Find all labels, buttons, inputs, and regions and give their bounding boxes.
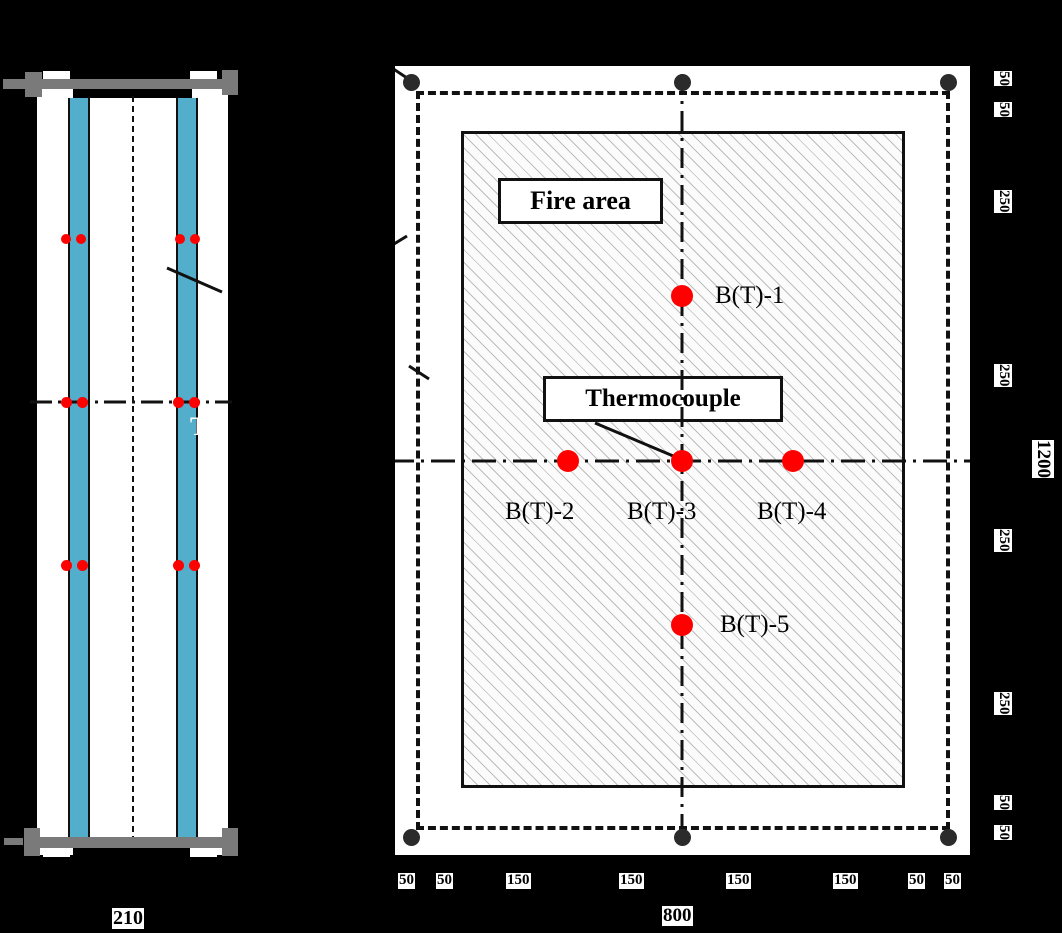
dim-right-0: 50 (994, 71, 1012, 86)
gauge-dot (173, 397, 184, 408)
dim-bottom-2: 150 (506, 872, 531, 889)
anchor-bolt (940, 74, 957, 91)
thermocouple-id-4: B(T)-4 (757, 498, 827, 525)
dim-bottom-5: 150 (833, 872, 858, 889)
bottom-cap-left (43, 848, 70, 857)
dim-bottom-4: 150 (726, 872, 751, 889)
thermocouple-point-1 (671, 285, 693, 307)
bottom-beam-stub (4, 838, 23, 845)
bottom-clamp-block-right (222, 828, 238, 856)
top-clamp-block-right (222, 70, 238, 95)
label-B: B (50, 412, 68, 441)
bottom-loading-beam (40, 837, 222, 848)
bottom-clamp-block-left (24, 828, 40, 856)
dim-bottom-6: 50 (908, 872, 925, 889)
left-section-view: N M B T 210 (0, 0, 260, 929)
dim-bottom-total: 800 (662, 905, 693, 926)
dim-right-7: 50 (994, 825, 1012, 840)
top-clamp-block-left-lower (25, 89, 42, 97)
dim-bottom-7: 50 (944, 872, 961, 889)
thermocouple-point-2 (557, 450, 579, 472)
fire-area-label-box: Fire area (498, 178, 663, 224)
gauge-dot (189, 397, 200, 408)
dim-bottom-3: 150 (619, 872, 644, 889)
gauge-dot (189, 560, 200, 571)
diagram-canvas: N M B T 210 Fire area Thermocouple B(T)-… (0, 0, 1062, 933)
bottom-cap-right (190, 848, 217, 857)
dim-right-3: 250 (994, 364, 1012, 387)
dim-bottom-1: 50 (436, 872, 453, 889)
dim-right-5: 250 (994, 692, 1012, 715)
dim-right-1: 50 (994, 102, 1012, 117)
fire-area-label-text: Fire area (530, 186, 631, 215)
top-cap-right (190, 71, 217, 79)
gauge-dot (77, 560, 88, 571)
dim-bottom-0: 50 (398, 872, 415, 889)
thermocouple-point-5 (671, 614, 693, 636)
label-T: T (190, 412, 208, 441)
gauge-dot (61, 560, 72, 571)
gauge-dot (190, 234, 200, 244)
thermocouple-id-5: B(T)-5 (720, 611, 790, 638)
top-cap-left (43, 71, 70, 79)
thermocouple-id-2: B(T)-2 (505, 498, 575, 525)
anchor-bolt (674, 829, 691, 846)
anchor-bolt (674, 74, 691, 91)
label-N: N (96, 358, 115, 387)
thermocouple-point-4 (782, 450, 804, 472)
thermocouple-id-1: B(T)-1 (715, 282, 785, 309)
dim-right-6: 50 (994, 795, 1012, 810)
thermocouple-label-text: Thermocouple (585, 385, 741, 412)
dim-right-4: 250 (994, 529, 1012, 552)
dim-right-total: 1200 (1032, 440, 1054, 478)
top-clamp-block-left (25, 72, 42, 80)
gauge-dot (173, 560, 184, 571)
dimension-210: 210 (112, 907, 144, 929)
top-loading-beam (3, 79, 225, 89)
thermocouple-label-box: Thermocouple (543, 376, 783, 422)
anchor-bolt (403, 74, 420, 91)
anchor-bolt (403, 829, 420, 846)
vertical-center-line (132, 96, 134, 842)
gauge-dot (61, 397, 72, 408)
gauge-dot (61, 234, 71, 244)
anchor-bolt (940, 829, 957, 846)
label-M: M (152, 358, 177, 387)
gauge-dot (76, 234, 86, 244)
insulation-layer-right (176, 98, 198, 839)
thermocouple-point-3 (671, 450, 693, 472)
dim-right-2: 250 (994, 190, 1012, 213)
right-plan-view: Fire area Thermocouple B(T)-1 B(T)-2 B(T… (395, 66, 970, 855)
gauge-dot (175, 234, 185, 244)
thermocouple-id-3: B(T)-3 (627, 498, 697, 525)
insulation-layer-left (68, 98, 90, 839)
gauge-dot (77, 397, 88, 408)
